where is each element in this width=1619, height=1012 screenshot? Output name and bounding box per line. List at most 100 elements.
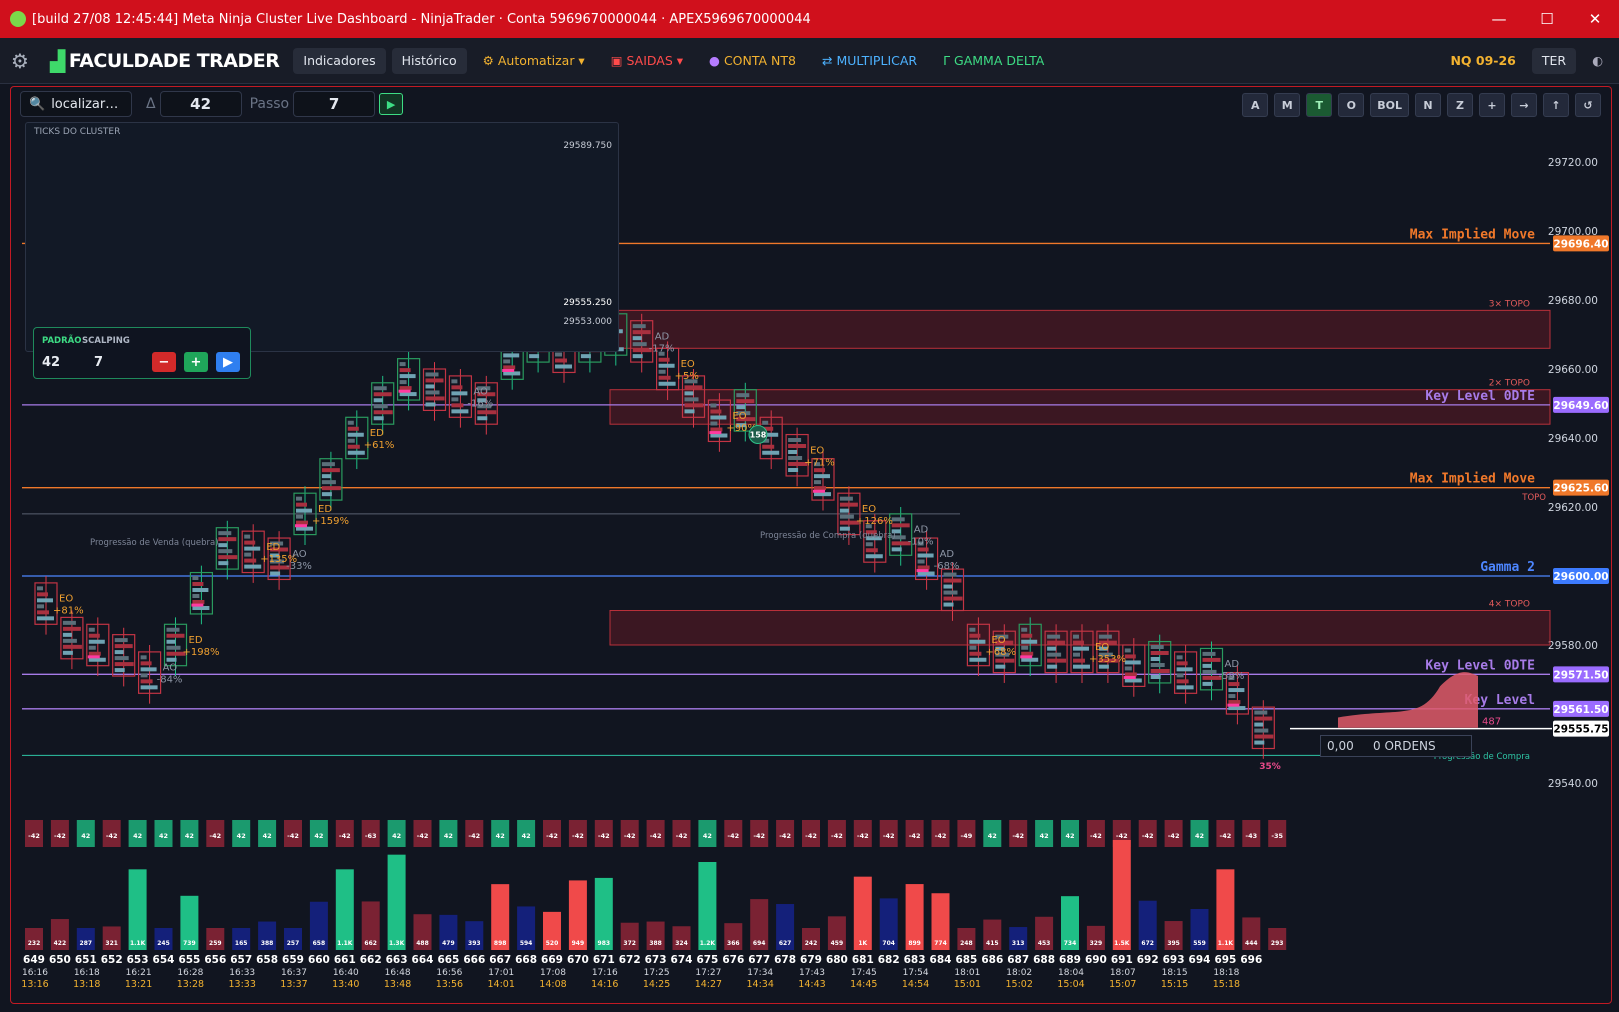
cluster-tag-label: EO [862, 504, 876, 515]
poc-marker [709, 431, 722, 435]
tool-button-2[interactable]: T [1306, 93, 1333, 117]
delta-input[interactable]: 42 [159, 91, 242, 117]
volume-label: 1.1K [1218, 940, 1234, 947]
poc-marker [916, 569, 929, 573]
cluster-level-bar [37, 616, 54, 621]
bar-id-label: 692 [1137, 954, 1159, 966]
cluster-level-bar [1124, 648, 1131, 653]
cluster-level-bar [1150, 645, 1164, 649]
volume-label: 395 [1167, 940, 1180, 947]
cluster-level-bar [1098, 664, 1109, 669]
tool-button-5[interactable]: N [1415, 93, 1441, 117]
tool-button-8[interactable]: → [1511, 93, 1537, 117]
orders-box[interactable]: 0,00 0 ORDENS [1320, 735, 1472, 757]
delta-cell-label: -49 [961, 832, 973, 840]
price-axis-label: 29640.00 [1548, 433, 1598, 445]
delta-cell-label: 42 [237, 832, 246, 840]
cluster-level-bar [62, 638, 77, 643]
bar-id-label: 653 [127, 954, 149, 966]
cluster-level-bar [814, 468, 825, 473]
bar-id-label: 688 [1033, 954, 1055, 966]
cluster-level-bar [839, 526, 850, 531]
cluster-level-bar [969, 657, 987, 662]
volume-label: 899 [908, 940, 921, 947]
volume-label: 453 [1038, 940, 1051, 947]
cluster-level-bar [114, 656, 129, 661]
volume-label: 313 [1012, 940, 1025, 947]
bar-session-time-label: 14:45 [850, 979, 877, 990]
volume-label: 242 [805, 940, 818, 947]
cluster-level-bar [425, 390, 440, 395]
cluster-level-bar [736, 405, 746, 410]
price-tag-label: 29555.75 [1553, 724, 1608, 736]
delta-cell-label: 42 [185, 832, 194, 840]
poc-marker [1020, 655, 1033, 659]
cluster-level-bar [1098, 634, 1112, 639]
search-icon: 🔍 [29, 96, 46, 112]
cluster-level-bar [1228, 694, 1236, 699]
poc-marker [502, 369, 515, 372]
cluster-level-bar [218, 537, 237, 542]
delta-cell-label: -42 [727, 832, 739, 840]
apply-play-button[interactable]: ▶ [379, 93, 404, 115]
volume-bar [698, 862, 717, 950]
passo-input[interactable]: 7 [293, 91, 376, 117]
tool-button-6[interactable]: Z [1447, 93, 1473, 117]
cluster-level-bar [451, 403, 464, 408]
tool-button-4[interactable]: BOL [1370, 93, 1409, 117]
cluster-level-bar [1202, 663, 1212, 668]
cluster-pct-label: +71% [804, 457, 835, 468]
cluster-pct-label: +81% [53, 606, 84, 617]
delta-cell-label: -42 [805, 832, 817, 840]
cluster-level-bar [580, 354, 591, 359]
cluster-level-bar [762, 420, 769, 425]
tool-button-1[interactable]: M [1274, 93, 1301, 117]
search-input[interactable]: 🔍 localizar… [20, 91, 132, 117]
volume-label: 1.5K [1114, 940, 1130, 947]
padrao-play-button[interactable]: ▶ [216, 352, 240, 372]
delta-cell-label: -42 [598, 832, 610, 840]
decrease-button[interactable]: − [152, 352, 176, 372]
increase-button[interactable]: + [184, 352, 208, 372]
cluster-level-bar [943, 578, 962, 583]
cluster-level-bar [114, 644, 133, 649]
cluster-tag-label: EO [681, 359, 695, 370]
cluster-level-bar [166, 639, 176, 644]
delta-cell-label: 42 [1040, 832, 1049, 840]
delta-cell-label: 42 [988, 832, 997, 840]
bar-id-label: 686 [981, 954, 1003, 966]
cluster-pct-label: +126% [856, 516, 893, 527]
cluster-level-bar [632, 354, 643, 359]
bar-id-label: 655 [178, 954, 200, 966]
cluster-level-bar [37, 592, 48, 597]
bar-id-label: 662 [360, 954, 382, 966]
cluster-level-bar [684, 385, 703, 390]
volume-label: 672 [1141, 940, 1154, 947]
cluster-level-bar [1073, 658, 1085, 663]
bar-id-label: 651 [75, 954, 97, 966]
cluster-tag-label: AD [940, 549, 955, 560]
price-axis-label: 29720.00 [1548, 157, 1598, 169]
delta-cell-label: -42 [857, 832, 869, 840]
cluster-tag-label: EO [59, 594, 73, 605]
delta-cell-label: 42 [496, 832, 505, 840]
cluster-level-bar [166, 627, 180, 632]
cluster-level-bar [1150, 651, 1169, 655]
tool-button-0[interactable]: A [1242, 93, 1269, 117]
volume-label: 739 [183, 940, 196, 947]
cluster-level-bar [192, 588, 209, 592]
bar-id-label: 681 [852, 954, 874, 966]
tool-button-9[interactable]: ↑ [1543, 93, 1569, 117]
volume-label: 459 [831, 940, 844, 947]
tool-button-3[interactable]: O [1338, 93, 1365, 117]
cluster-level-bar [166, 645, 181, 650]
cluster-level-bar [1150, 663, 1165, 667]
cluster-level-bar [684, 403, 704, 408]
cluster-level-bar [321, 480, 336, 485]
passo-label: Passo [249, 96, 290, 112]
cluster-level-bar [1176, 667, 1193, 672]
bar-id-label: 693 [1163, 954, 1185, 966]
cluster-level-bar [1047, 640, 1066, 645]
tool-button-10[interactable]: ↺ [1575, 93, 1601, 117]
tool-button-7[interactable]: + [1479, 93, 1505, 117]
